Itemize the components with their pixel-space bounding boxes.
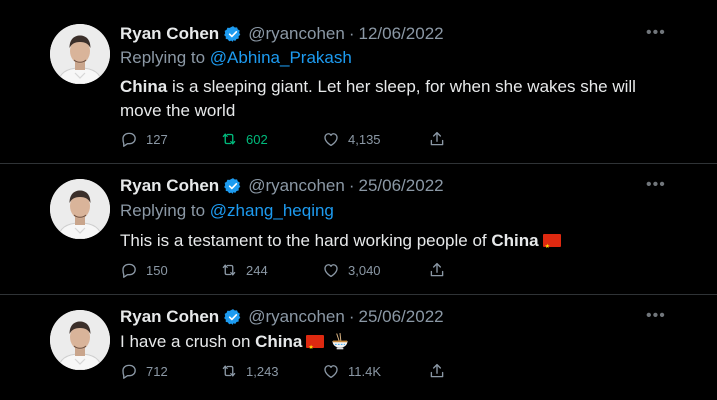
divider — [0, 294, 717, 295]
reply-icon — [120, 130, 138, 148]
like-button[interactable]: 11.4K — [322, 362, 381, 380]
avatar[interactable] — [50, 179, 110, 239]
retweet-button[interactable]: 1,243 — [220, 362, 279, 380]
author-name[interactable]: Ryan Cohen — [120, 24, 219, 44]
retweet-count: 1,243 — [246, 363, 279, 379]
like-button[interactable]: 4,135 — [322, 130, 381, 148]
divider — [0, 163, 717, 164]
separator: · — [348, 24, 355, 43]
like-count: 3,040 — [348, 262, 381, 278]
verified-badge-icon — [224, 25, 242, 43]
author-handle[interactable]: @ryancohen — [248, 307, 345, 327]
retweet-icon — [220, 261, 238, 279]
replying-to: Replying to @zhang_heqing — [120, 201, 334, 221]
share-icon — [428, 261, 446, 279]
tweet-date[interactable]: 25/06/2022 — [359, 307, 444, 327]
text-body: is a sleeping giant. Let her sleep, for … — [120, 77, 636, 120]
like-icon — [322, 261, 340, 279]
reply-count: 150 — [146, 262, 168, 278]
share-icon — [428, 362, 446, 380]
like-button[interactable]: 3,040 — [322, 261, 381, 279]
tweet-date[interactable]: 25/06/2022 — [359, 176, 444, 196]
retweet-button[interactable]: 244 — [220, 261, 268, 279]
like-icon — [322, 362, 340, 380]
text-body: This is a testament to the hard working … — [120, 231, 492, 250]
like-count: 11.4K — [348, 363, 382, 379]
verified-badge-icon — [224, 177, 242, 195]
retweet-button[interactable]: 602 — [220, 130, 268, 148]
more-icon[interactable]: ••• — [646, 24, 666, 42]
replying-to-label: Replying to — [120, 48, 206, 67]
separator: · — [348, 176, 355, 195]
reply-icon — [120, 362, 138, 380]
more-icon[interactable]: ••• — [646, 307, 666, 325]
avatar[interactable] — [50, 310, 110, 370]
replying-to: Replying to @Abhina_Prakash — [120, 48, 352, 68]
retweet-icon — [220, 130, 238, 148]
separator: · — [348, 307, 355, 326]
verified-badge-icon — [224, 308, 242, 326]
noodle-bowl-emoji — [330, 331, 350, 351]
reply-count: 712 — [146, 363, 168, 379]
share-icon — [428, 130, 446, 148]
text-bold[interactable]: China — [255, 332, 302, 351]
text-bold[interactable]: China — [120, 77, 167, 96]
retweet-count: 244 — [246, 262, 268, 278]
text-body: I have a crush on — [120, 332, 256, 351]
avatar[interactable] — [50, 24, 110, 84]
tweet-text: I have a crush on China — [120, 330, 660, 360]
text-bold[interactable]: China — [491, 231, 538, 250]
china-flag-emoji — [306, 335, 325, 360]
reply-button[interactable]: 150 — [120, 261, 168, 279]
author-name[interactable]: Ryan Cohen — [120, 307, 219, 327]
author-handle[interactable]: @ryancohen — [248, 24, 345, 44]
tweet-header: Ryan Cohen @ryancohen · 25/06/2022 — [120, 174, 444, 198]
tweet-text: This is a testament to the hard working … — [120, 229, 660, 259]
tweet-header: Ryan Cohen @ryancohen · 12/06/2022 — [120, 22, 444, 46]
author-name[interactable]: Ryan Cohen — [120, 176, 219, 196]
like-icon — [322, 130, 340, 148]
mention-link[interactable]: @Abhina_Prakash — [210, 48, 352, 67]
mention-link[interactable]: @zhang_heqing — [210, 201, 334, 220]
author-handle[interactable]: @ryancohen — [248, 176, 345, 196]
reply-count: 127 — [146, 131, 168, 147]
replying-to-label: Replying to — [120, 201, 206, 220]
reply-icon — [120, 261, 138, 279]
china-flag-emoji — [542, 234, 561, 259]
like-count: 4,135 — [348, 131, 381, 147]
more-icon[interactable]: ••• — [646, 176, 666, 194]
retweet-count: 602 — [246, 131, 268, 147]
share-button[interactable] — [428, 130, 454, 148]
reply-button[interactable]: 127 — [120, 130, 168, 148]
tweet-date[interactable]: 12/06/2022 — [359, 24, 444, 44]
share-button[interactable] — [428, 362, 454, 380]
reply-button[interactable]: 712 — [120, 362, 168, 380]
share-button[interactable] — [428, 261, 454, 279]
tweet-header: Ryan Cohen @ryancohen · 25/06/2022 — [120, 305, 444, 329]
retweet-icon — [220, 362, 238, 380]
tweet-text: China is a sleeping giant. Let her sleep… — [120, 75, 660, 123]
